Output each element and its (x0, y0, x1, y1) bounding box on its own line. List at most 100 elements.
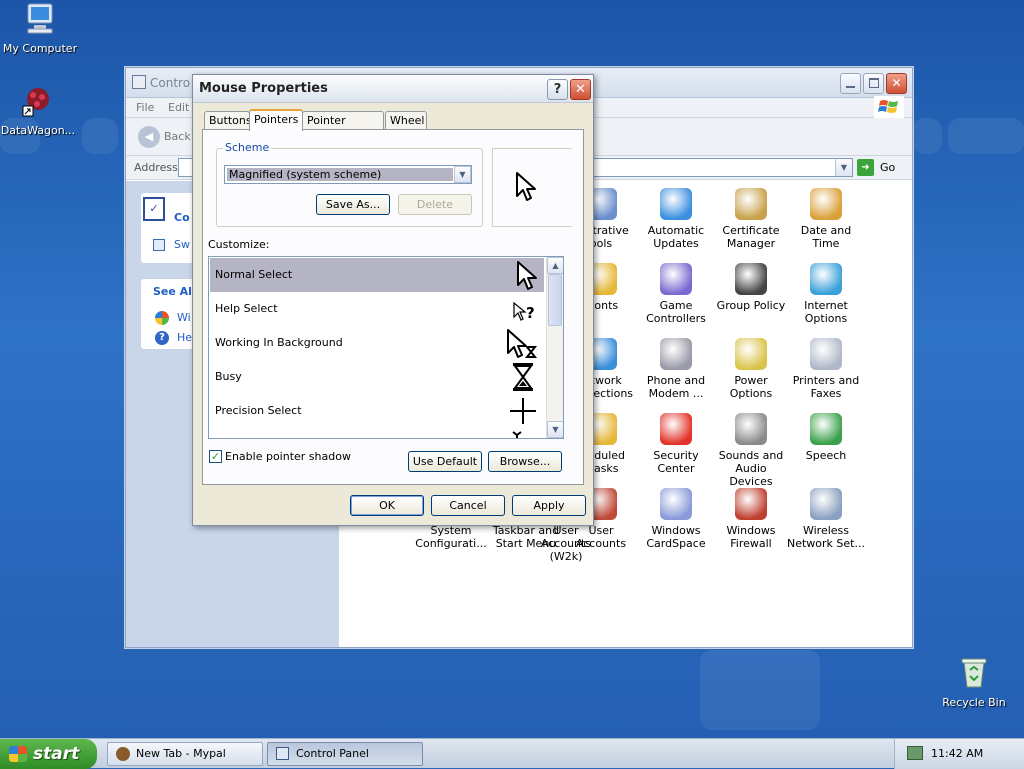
cp-item[interactable]: Game Controllers (637, 263, 715, 325)
chevron-down-icon[interactable]: ▼ (454, 166, 471, 183)
cp-item[interactable]: Power Options (712, 338, 790, 400)
pointer-list[interactable]: Normal Select Help Select ? Working In B… (208, 256, 564, 439)
wireless-icon (810, 488, 842, 520)
cp-item-label: Group Policy (716, 299, 786, 312)
cp-item[interactable]: Security Center (637, 413, 715, 475)
cp-item-label: System Configuratі... (415, 524, 487, 550)
pointer-shadow-checkbox[interactable]: ✓ (209, 450, 222, 463)
dialog-titlebar[interactable]: Mouse Properties ? ✕ (193, 75, 593, 103)
cp-item[interactable]: Date and Time (787, 188, 865, 250)
customize-label: Customize: (208, 238, 270, 251)
list-item-label: Working In Background (215, 336, 343, 349)
cp-item-label: Automatic Updates (647, 224, 705, 250)
go-button[interactable]: ➜ Go (857, 158, 902, 177)
tab-pointer-options[interactable]: Pointer Options (302, 111, 384, 140)
back-arrow-icon: ◀ (138, 126, 160, 148)
scheme-selected-value: Magnified (system scheme) (227, 168, 453, 181)
cp-item[interactable]: Phone and Modem ... (637, 338, 715, 400)
maximize-icon (869, 78, 879, 88)
dialog-close-button[interactable]: ✕ (570, 79, 591, 100)
scroll-down-icon[interactable]: ▼ (547, 421, 563, 438)
ok-button[interactable]: OK (350, 495, 424, 516)
help-button[interactable]: ? (547, 79, 568, 100)
browser-icon (116, 747, 130, 761)
use-default-button[interactable]: Use Default (408, 451, 482, 472)
browse-button[interactable]: Browse... (488, 451, 562, 472)
cp-item-label: Internet Options (804, 299, 848, 325)
control-panel-icon (276, 747, 289, 760)
address-dropdown-button[interactable]: ▼ (835, 159, 852, 176)
pointers-tab-content: Scheme Magnified (system scheme) ▼ Save … (202, 129, 584, 485)
recycle-bin-icon (934, 656, 1014, 693)
delete-button: Delete (398, 194, 472, 215)
cp-item[interactable]: Internet Options (787, 263, 865, 325)
cp-item[interactable]: Sounds and Audio Devices (712, 413, 790, 488)
cp-item-label: Printers and Faxes (792, 374, 860, 400)
desktop-icon-datawagon[interactable]: DataWagon... (0, 84, 78, 137)
checkmark-icon: ✓ (210, 450, 221, 463)
list-item-label: Help Select (215, 302, 278, 315)
list-item-busy[interactable]: Busy (210, 360, 544, 394)
list-item-help-select[interactable]: Help Select ? (210, 292, 544, 326)
desktop-icon-label: Recycle Bin (942, 696, 1006, 709)
desktop-icon-recycle-bin[interactable]: Recycle Bin (934, 656, 1014, 709)
switch-view-link[interactable]: Sw (174, 238, 190, 251)
cp-item[interactable]: Speech (787, 413, 865, 462)
scroll-up-icon[interactable]: ▲ (547, 257, 563, 274)
desktop-icon-my-computer[interactable]: My Computer (0, 2, 80, 55)
tab-pointers[interactable]: Pointers (249, 109, 303, 131)
taskbar-item-mypal[interactable]: New Tab - Mypal (107, 742, 263, 766)
close-button[interactable]: ✕ (886, 73, 907, 94)
menu-file[interactable]: File (136, 101, 154, 114)
windows-logo-icon (874, 96, 904, 118)
cp-item[interactable]: Windows CardSpace (637, 488, 715, 550)
background-decoration (948, 118, 1024, 154)
cancel-button[interactable]: Cancel (431, 495, 505, 516)
cp-item[interactable]: Printers and Faxes (787, 338, 865, 400)
taskbar-item-label: Control Panel (296, 747, 369, 760)
go-arrow-icon: ➜ (857, 159, 874, 176)
help-link[interactable]: He (177, 331, 192, 344)
cp-item[interactable]: Certificate Manager (712, 188, 790, 250)
text-cursor-icon (512, 431, 522, 438)
minimize-button[interactable] (840, 73, 861, 94)
back-button[interactable]: ◀ Back (136, 126, 196, 148)
desktop-icon-label: DataWagon... (0, 124, 76, 137)
tab-wheel[interactable]: Wheel (385, 111, 427, 130)
game-controller-icon (660, 263, 692, 295)
taskbar-item-control-panel[interactable]: Control Panel (267, 742, 423, 766)
scroll-thumb[interactable] (548, 274, 562, 326)
cp-item[interactable]: Windows Firewall (712, 488, 790, 550)
cp-item[interactable]: Group Policy (712, 263, 790, 312)
svg-text:?: ? (526, 304, 535, 322)
start-button[interactable]: start (0, 739, 97, 769)
menu-edit[interactable]: Edit (168, 101, 189, 114)
scheme-dropdown[interactable]: Magnified (system scheme) ▼ (224, 165, 472, 184)
pointer-preview (492, 148, 572, 227)
date-time-icon (810, 188, 842, 220)
list-item-normal-select[interactable]: Normal Select (210, 258, 544, 292)
scheme-group-label: Scheme (223, 141, 272, 154)
desktop-icon-label: My Computer (2, 42, 78, 55)
maximize-button[interactable] (863, 73, 884, 94)
cp-item-label: Game Controllers (646, 299, 706, 325)
automatic-updates-icon (660, 188, 692, 220)
windows-update-link[interactable]: Wi (177, 311, 191, 324)
cp-item[interactable]: Automatic Updates (637, 188, 715, 250)
cp-item-label: Windows Firewall (726, 524, 776, 550)
power-options-icon (735, 338, 767, 370)
cp-item-label: Sounds and Audio Devices (718, 449, 784, 488)
datawagon-icon (0, 84, 78, 121)
apply-button[interactable]: Apply (512, 495, 586, 516)
internet-options-icon (810, 263, 842, 295)
background-decoration (82, 118, 118, 154)
tab-buttons[interactable]: Buttons (204, 111, 252, 130)
network-tray-icon[interactable] (907, 746, 923, 760)
list-scrollbar[interactable]: ▲ ▼ (546, 257, 563, 438)
list-item-working-in-background[interactable]: Working In Background (210, 326, 544, 360)
address-label: Address (134, 161, 178, 174)
list-item-precision-select[interactable]: Precision Select (210, 394, 544, 428)
save-as-button[interactable]: Save As... (316, 194, 390, 215)
cp-item[interactable]: Wireless Network Set... (787, 488, 865, 550)
cp-item-label: Date and Time (800, 224, 852, 250)
